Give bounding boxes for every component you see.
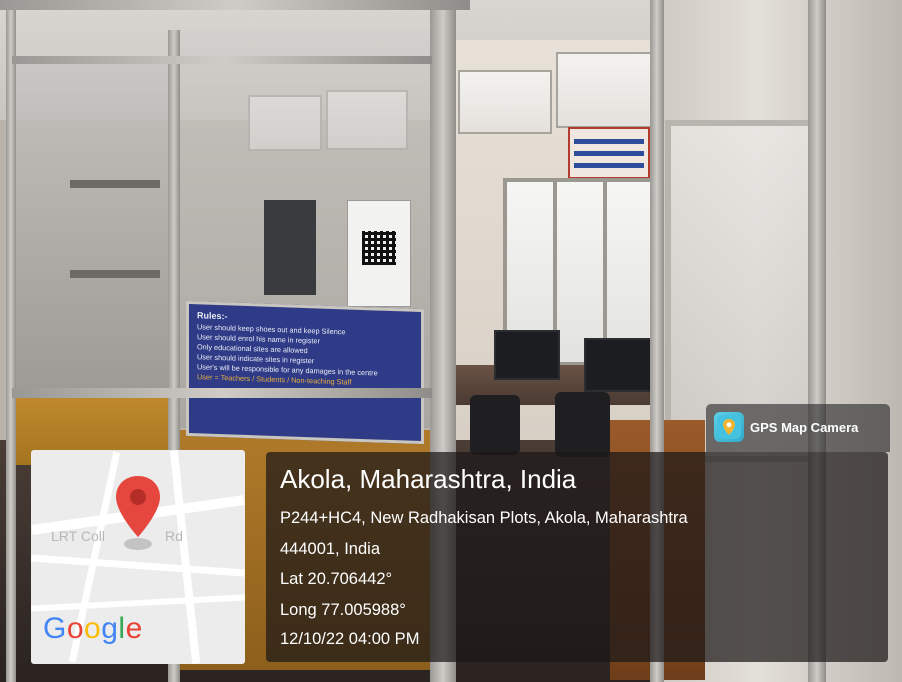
frame-beam [0, 0, 470, 10]
qr-notice [347, 200, 411, 307]
rules-poster: Rules:- User should keep shoes out and k… [186, 300, 424, 445]
frame-beam [12, 388, 432, 398]
chair [470, 395, 520, 455]
photo-scene: Rules:- User should keep shoes out and k… [0, 0, 902, 682]
map-road-label: Rd [165, 528, 183, 544]
location-info-panel: Akola, Maharashtra, India P244+HC4, New … [266, 452, 888, 662]
latitude: Lat 20.706442° [280, 570, 393, 588]
address-line: 444001, India [280, 540, 381, 558]
timestamp: 12/10/22 04:00 PM [280, 630, 420, 648]
qr-code [362, 231, 396, 265]
location-title: Akola, Maharashtra, India [280, 464, 577, 494]
shelf [70, 180, 160, 188]
notice-board [568, 127, 650, 179]
monitor [584, 338, 656, 392]
chair [555, 392, 610, 457]
badge-label: GPS Map Camera [750, 420, 859, 435]
longitude: Long 77.005988° [280, 601, 406, 619]
frame-post [6, 0, 16, 682]
map-thumbnail[interactable]: LRT Coll Rd Google [31, 450, 245, 664]
notice-sheet [264, 200, 316, 295]
gps-map-camera-icon [714, 412, 744, 442]
glass-panel-left [12, 60, 172, 395]
frame-beam [12, 56, 432, 64]
monitor [494, 330, 560, 380]
map-pin-icon [116, 476, 160, 550]
gps-map-camera-badge: GPS Map Camera [706, 404, 890, 452]
clerestory-window [458, 70, 552, 134]
map-road-label: LRT Coll [51, 528, 105, 544]
google-logo: Google [43, 612, 143, 645]
shelf [70, 270, 160, 278]
address-line: P244+HC4, New Radhakisan Plots, Akola, M… [280, 509, 688, 527]
